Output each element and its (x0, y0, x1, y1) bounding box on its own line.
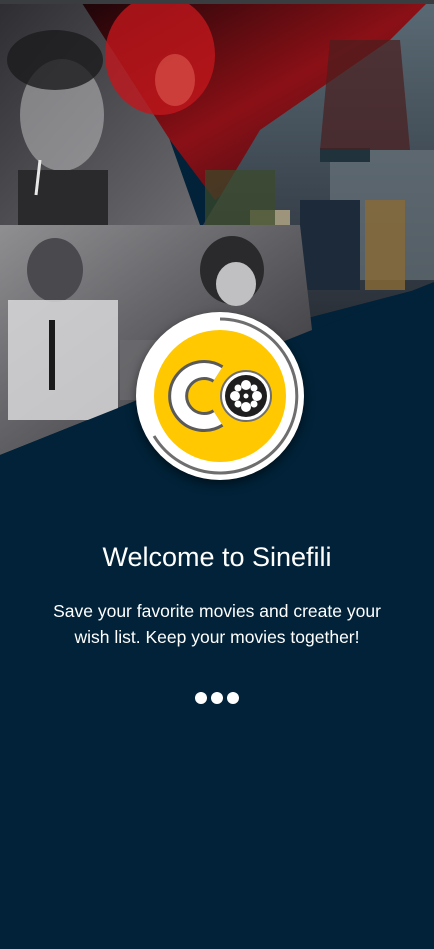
page-dot (227, 692, 239, 704)
status-bar (0, 0, 434, 4)
app-logo (136, 312, 304, 480)
welcome-description: Save your favorite movies and create you… (53, 601, 381, 647)
page-indicator (0, 692, 434, 704)
film-reel-icon (141, 317, 299, 475)
welcome-title: Welcome to Sinefili (102, 542, 332, 572)
page-dot (195, 692, 207, 704)
page-dot (211, 692, 223, 704)
